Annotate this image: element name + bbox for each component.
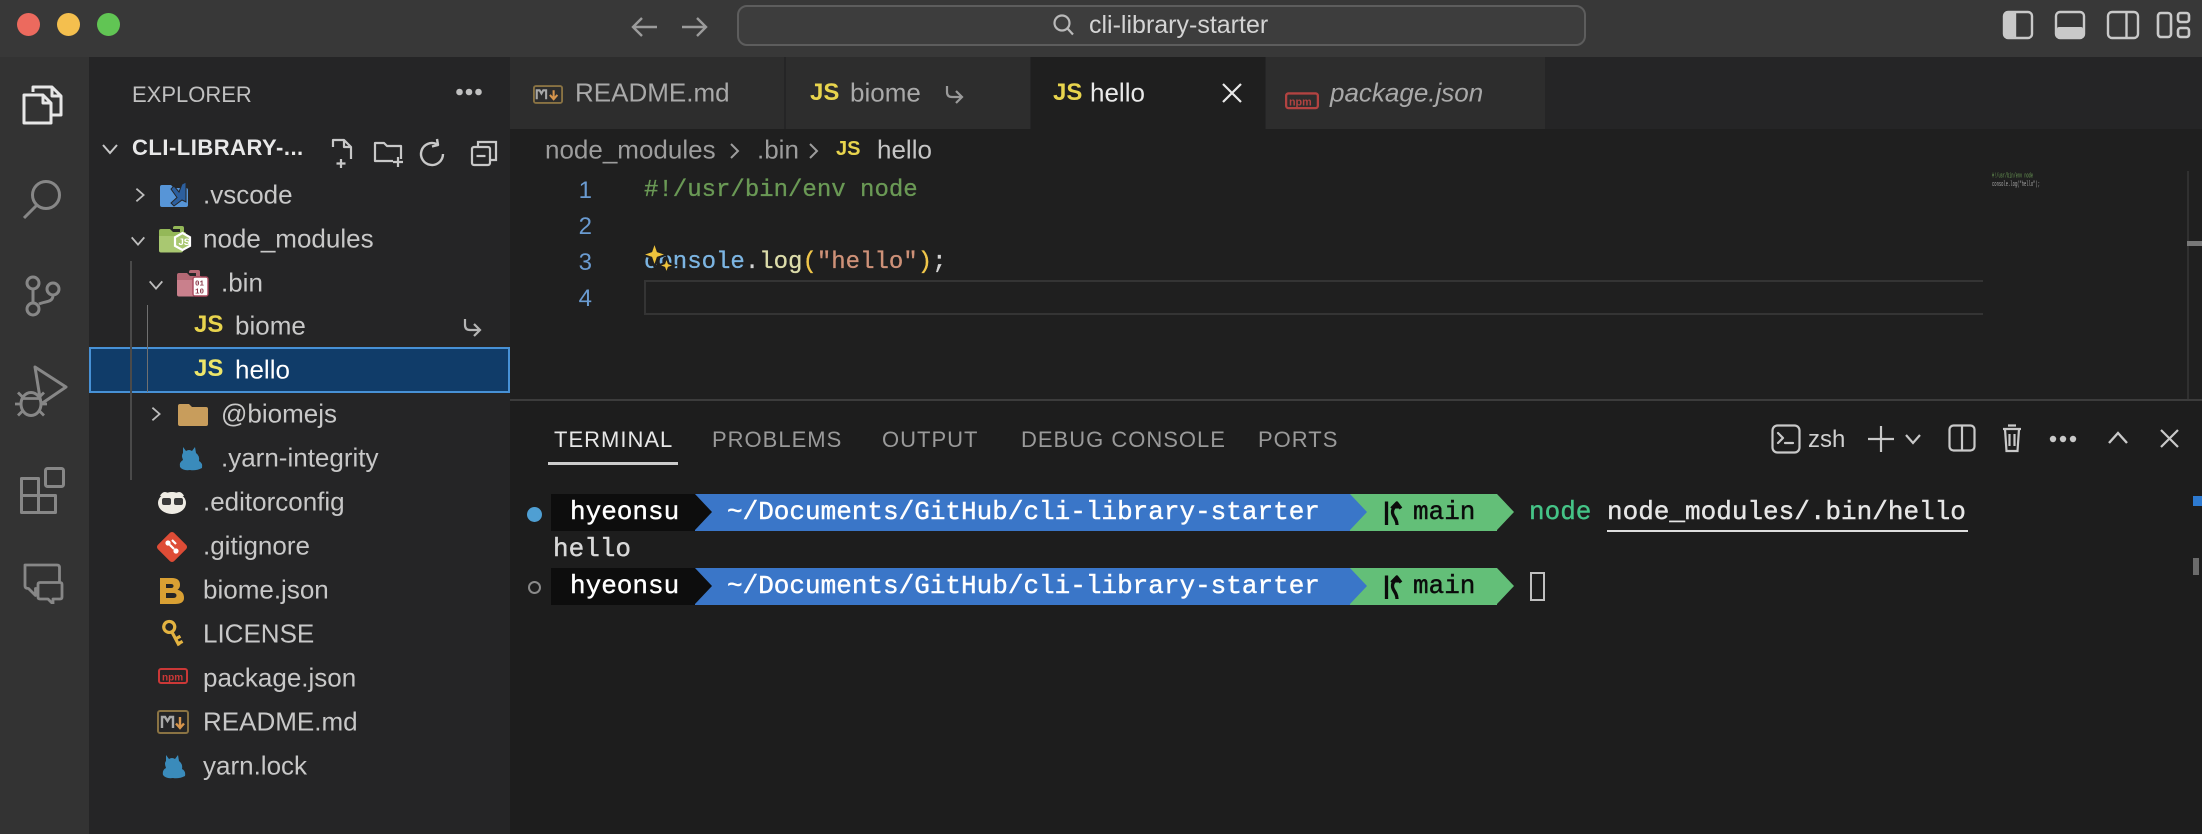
svg-text:01: 01 xyxy=(195,281,205,289)
svg-text:npm: npm xyxy=(162,673,183,684)
svg-text:10: 10 xyxy=(195,289,205,297)
svg-text:JS: JS xyxy=(179,237,191,248)
svg-text:console.log("hello");: console.log("hello"); xyxy=(1992,181,2040,188)
svg-text:#!/usr/bin/env node: #!/usr/bin/env node xyxy=(1992,173,2033,181)
svg-text:npm: npm xyxy=(1289,96,1312,108)
